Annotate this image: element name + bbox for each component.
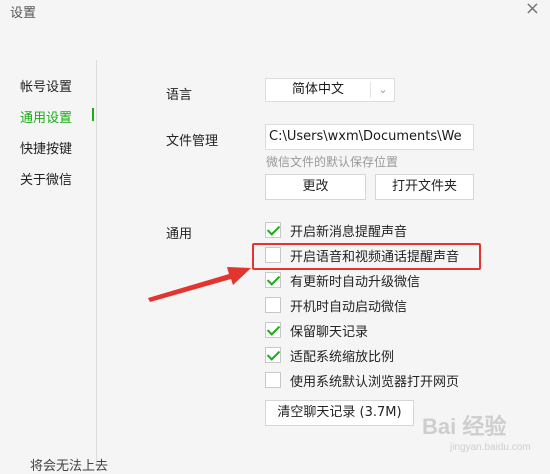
settings-window: 设置 × 帐号设置 通用设置 快捷按键 关于微信 语言 简体中文 ⌄ 文件管理 … — [0, 0, 550, 474]
option-label: 开启语音和视频通话提醒声音 — [290, 250, 460, 265]
checkbox-unchecked[interactable] — [265, 372, 281, 388]
change-path-button[interactable]: 更改 — [265, 174, 366, 200]
watermark-sub: jingyan.baidu.com — [449, 442, 531, 453]
option-label: 使用系统默认浏览器打开网页 — [290, 375, 460, 390]
baidu-watermark-icon: Bai 经验 jingyan.baidu.com — [422, 414, 531, 453]
option-label: 开机时自动启动微信 — [290, 300, 408, 315]
checkbox-checked[interactable] — [265, 272, 281, 288]
option-label: 保留聊天记录 — [290, 325, 369, 340]
active-indicator — [92, 108, 94, 121]
checkbox-unchecked[interactable] — [265, 247, 281, 263]
file-path-field[interactable]: C:\Users\wxm\Documents\We — [265, 124, 474, 150]
language-select-value: 简体中文 — [291, 82, 344, 97]
sidebar: 帐号设置 通用设置 快捷按键 关于微信 — [0, 60, 97, 465]
checkbox-checked[interactable] — [265, 222, 281, 238]
chevron-down-icon[interactable]: ⌄ — [374, 79, 392, 101]
select-divider — [370, 82, 371, 98]
sidebar-item-shortcuts[interactable]: 快捷按键 — [20, 138, 72, 157]
option-label: 有更新时自动升级微信 — [290, 275, 421, 290]
file-path-hint: 微信文件的默认保存位置 — [266, 155, 399, 169]
file-management-label: 文件管理 — [166, 134, 219, 149]
watermark-text: Bai 经验 — [422, 414, 506, 439]
checkbox-checked[interactable] — [265, 322, 281, 338]
window-title: 设置 — [10, 6, 37, 21]
checkbox-checked[interactable] — [265, 347, 281, 363]
clear-history-button[interactable]: 清空聊天记录 (3.7M) — [265, 400, 414, 426]
option-label: 适配系统缩放比例 — [290, 350, 395, 365]
option-label: 开启新消息提醒声音 — [290, 225, 408, 240]
sidebar-item-about[interactable]: 关于微信 — [20, 169, 72, 188]
sidebar-item-general[interactable]: 通用设置 — [20, 107, 72, 126]
checkbox-unchecked[interactable] — [265, 297, 281, 313]
open-folder-button[interactable]: 打开文件夹 — [375, 174, 474, 200]
language-select[interactable]: 简体中文 ⌄ — [265, 78, 395, 102]
general-label: 通用 — [166, 227, 193, 242]
language-label: 语言 — [166, 88, 193, 103]
close-icon[interactable]: × — [525, 0, 540, 19]
annotation-arrow-icon — [148, 267, 251, 302]
sidebar-item-account[interactable]: 帐号设置 — [20, 76, 72, 95]
